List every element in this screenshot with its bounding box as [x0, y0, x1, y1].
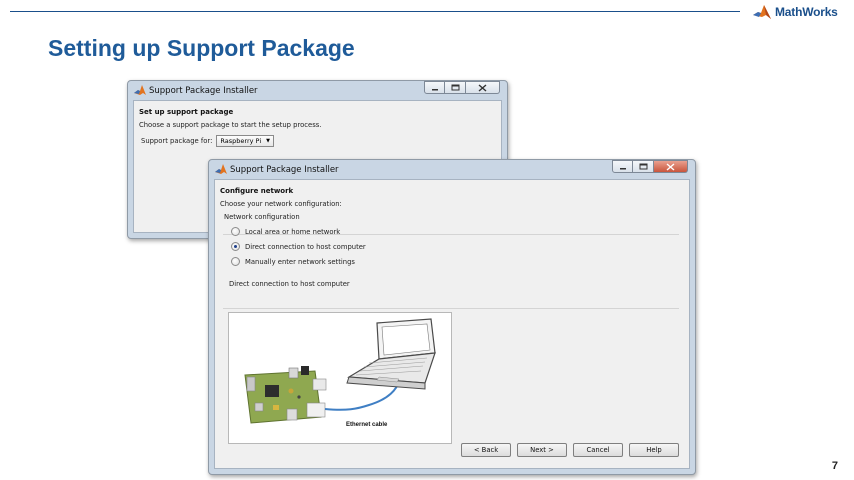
- radio-option-direct[interactable]: Direct connection to host computer: [231, 242, 684, 251]
- close-button[interactable]: [654, 160, 688, 173]
- package-select-value: Raspberry Pi: [220, 137, 262, 145]
- radio-button-selected[interactable]: [231, 242, 240, 251]
- step-instruction: Choose your network configuration:: [220, 200, 342, 208]
- cancel-button[interactable]: Cancel: [573, 443, 623, 457]
- chevron-down-icon: ▼: [266, 138, 270, 144]
- close-icon: [478, 83, 487, 92]
- minimize-button[interactable]: [424, 81, 445, 94]
- minimize-button[interactable]: [612, 160, 633, 173]
- wizard-button-bar: < Back Next > Cancel Help: [461, 443, 679, 457]
- brand: MathWorks: [752, 3, 838, 21]
- window-titlebar[interactable]: Support Package Installer: [133, 81, 502, 100]
- brand-name: MathWorks: [775, 5, 838, 19]
- raspberry-pi-laptop-diagram: [244, 318, 436, 424]
- radio-label: Manually enter network settings: [245, 257, 355, 266]
- radio-option-manual[interactable]: Manually enter network settings: [231, 257, 684, 266]
- radio-button[interactable]: [231, 257, 240, 266]
- slide-title: Setting up Support Package: [48, 35, 355, 61]
- matlab-icon: [215, 164, 227, 174]
- network-group-label: Network configuration: [224, 213, 300, 221]
- maximize-button[interactable]: [445, 81, 466, 94]
- step-instruction: Choose a support package to start the se…: [139, 121, 322, 129]
- radio-label: Direct connection to host computer: [245, 242, 366, 251]
- close-icon: [666, 162, 675, 171]
- minimize-icon: [619, 167, 626, 169]
- window-title: Support Package Installer: [149, 85, 258, 96]
- maximize-icon: [451, 84, 459, 91]
- back-button[interactable]: < Back: [461, 443, 511, 457]
- section-divider: [223, 308, 679, 309]
- maximize-icon: [639, 163, 647, 170]
- step-heading: Configure network: [220, 187, 294, 195]
- header-rule: [10, 11, 740, 12]
- section-label: Direct connection to host computer: [229, 280, 350, 288]
- package-label: Support package for:: [141, 137, 213, 145]
- help-button[interactable]: Help: [629, 443, 679, 457]
- raspberry-pi-board-icon: [244, 366, 327, 424]
- window-title: Support Package Installer: [230, 164, 339, 175]
- maximize-button[interactable]: [633, 160, 654, 173]
- group-divider: [223, 234, 679, 235]
- window-titlebar[interactable]: Support Package Installer: [214, 160, 690, 179]
- installer-window-front: Support Package Installer Configure netw…: [208, 159, 696, 475]
- radio-button[interactable]: [231, 227, 240, 236]
- connection-illustration: Ethernet cable: [228, 312, 452, 444]
- close-button[interactable]: [466, 81, 500, 94]
- page-number: 7: [831, 460, 838, 472]
- next-button[interactable]: Next >: [517, 443, 567, 457]
- mathworks-logo-icon: [753, 5, 771, 19]
- matlab-icon: [134, 85, 146, 95]
- laptop-icon: [346, 318, 436, 390]
- step-heading: Set up support package: [139, 108, 234, 116]
- minimize-icon: [431, 88, 438, 90]
- ethernet-cable-label: Ethernet cable: [346, 422, 388, 428]
- window-content: Configure network Choose your network co…: [214, 179, 690, 469]
- package-select[interactable]: Raspberry Pi ▼: [216, 135, 274, 147]
